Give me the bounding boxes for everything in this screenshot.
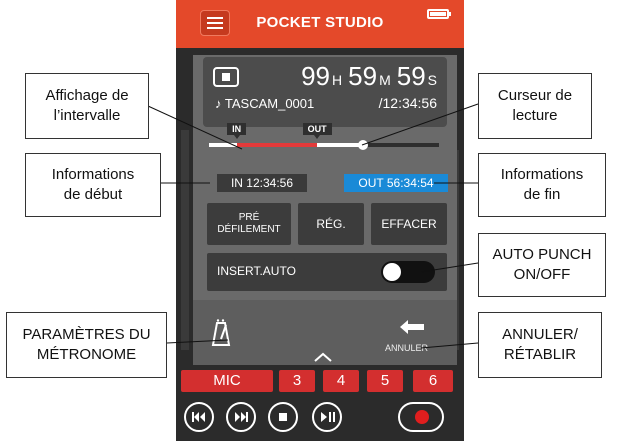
chevron-up-icon[interactable] — [313, 351, 333, 363]
callout-line: Affichage de — [45, 86, 129, 104]
app-title: POCKET STUDIO — [256, 14, 384, 31]
callout-line: de début — [63, 186, 123, 203]
track-tab-mic[interactable]: MIC — [181, 370, 273, 392]
callout-undo-redo: ANNULER/ RÉTABLIR — [478, 312, 602, 378]
seconds-value: 59 — [396, 61, 426, 91]
out-marker: OUT — [302, 123, 332, 139]
rewind-button[interactable] — [184, 402, 214, 432]
callout-line: MÉTRONOME — [36, 346, 137, 363]
callout-line: Curseur de — [497, 86, 573, 104]
callout-line: Informations — [500, 165, 584, 183]
hours-value: 99 — [301, 61, 331, 91]
callout-playhead: Curseur de lecture — [478, 73, 592, 139]
forward-icon — [235, 412, 248, 422]
time-counter: 99 H 59 M 59 S — [301, 61, 437, 92]
track-tab-5[interactable]: 5 — [367, 370, 403, 392]
punch-settings-area: 99 H 59 M 59 S ♪ TASCAM_0001 /12:34:56 IN OUT… — [193, 55, 457, 300]
playhead-handle[interactable] — [358, 140, 369, 150]
callout-auto-punch: AUTO PUNCH ON/OFF — [478, 233, 606, 297]
set-button[interactable]: RÉG. — [298, 203, 364, 245]
callout-range-display: Affichage de l’intervalle — [25, 73, 149, 139]
in-marker: IN — [227, 123, 247, 139]
minutes-value: 59 — [348, 61, 378, 91]
stop-button[interactable] — [268, 402, 298, 432]
background-strip — [181, 130, 189, 350]
callout-line: l’intervalle — [53, 107, 121, 124]
hours-unit: H — [332, 72, 343, 88]
callout-line: de fin — [523, 186, 561, 203]
undo-label: ANNULER — [385, 343, 429, 353]
seconds-unit: S — [427, 72, 437, 88]
callout-metronome: PARAMÈTRES DU MÉTRONOME — [6, 312, 167, 378]
callout-line: lecture — [512, 107, 558, 124]
app-screen: POCKET STUDIO 99 H 59 M 59 S ♪ TASCAM_0001 /1… — [176, 0, 464, 441]
callout-line: RÉTABLIR — [503, 346, 577, 363]
auto-insert-label: INSERT.AUTO — [217, 264, 296, 278]
record-button[interactable] — [398, 402, 444, 432]
clear-button[interactable]: EFFACER — [371, 203, 447, 245]
rewind-icon — [192, 412, 205, 422]
preroll-label-line2: DÉFILEMENT — [217, 224, 281, 235]
punch-range-bar — [236, 143, 318, 147]
callout-start-info: Informations de début — [25, 153, 161, 217]
callout-line: PARAMÈTRES DU — [22, 325, 151, 343]
play-pause-icon — [321, 412, 335, 422]
toggle-knob — [383, 263, 401, 281]
time-display: 99 H 59 M 59 S ♪ TASCAM_0001 /12:34:56 — [203, 57, 447, 127]
callout-line: AUTO PUNCH — [492, 245, 592, 263]
undo-icon[interactable] — [398, 319, 426, 337]
callout-line: Informations — [51, 165, 135, 183]
app-header: POCKET STUDIO — [176, 0, 464, 48]
preroll-label-line1: PRÉ — [238, 212, 260, 223]
minutes-unit: M — [379, 72, 391, 88]
forward-button[interactable] — [226, 402, 256, 432]
callout-line: ANNULER/ — [502, 325, 578, 343]
stop-transport-icon — [279, 413, 287, 421]
auto-insert-row: INSERT.AUTO — [207, 253, 447, 291]
battery-icon — [427, 9, 451, 19]
stop-icon — [213, 67, 239, 87]
track-tab-6[interactable]: 6 — [413, 370, 453, 392]
punch-in-panel: 99 H 59 M 59 S ♪ TASCAM_0001 /12:34:56 IN OUT… — [193, 55, 457, 365]
total-time: /12:34:56 — [378, 95, 437, 111]
song-filename: ♪ TASCAM_0001 — [215, 96, 315, 111]
preroll-button[interactable]: PRÉ DÉFILEMENT — [207, 203, 291, 245]
out-point-info: OUT 56:34:54 — [344, 174, 448, 192]
auto-punch-toggle[interactable] — [381, 261, 435, 283]
callout-line: ON/OFF — [513, 266, 571, 283]
in-point-info: IN 12:34:56 — [217, 174, 307, 192]
callout-end-info: Informations de fin — [478, 153, 606, 217]
track-tab-4[interactable]: 4 — [323, 370, 359, 392]
play-pause-button[interactable] — [312, 402, 342, 432]
track-tab-3[interactable]: 3 — [279, 370, 315, 392]
metronome-icon[interactable] — [211, 319, 231, 347]
